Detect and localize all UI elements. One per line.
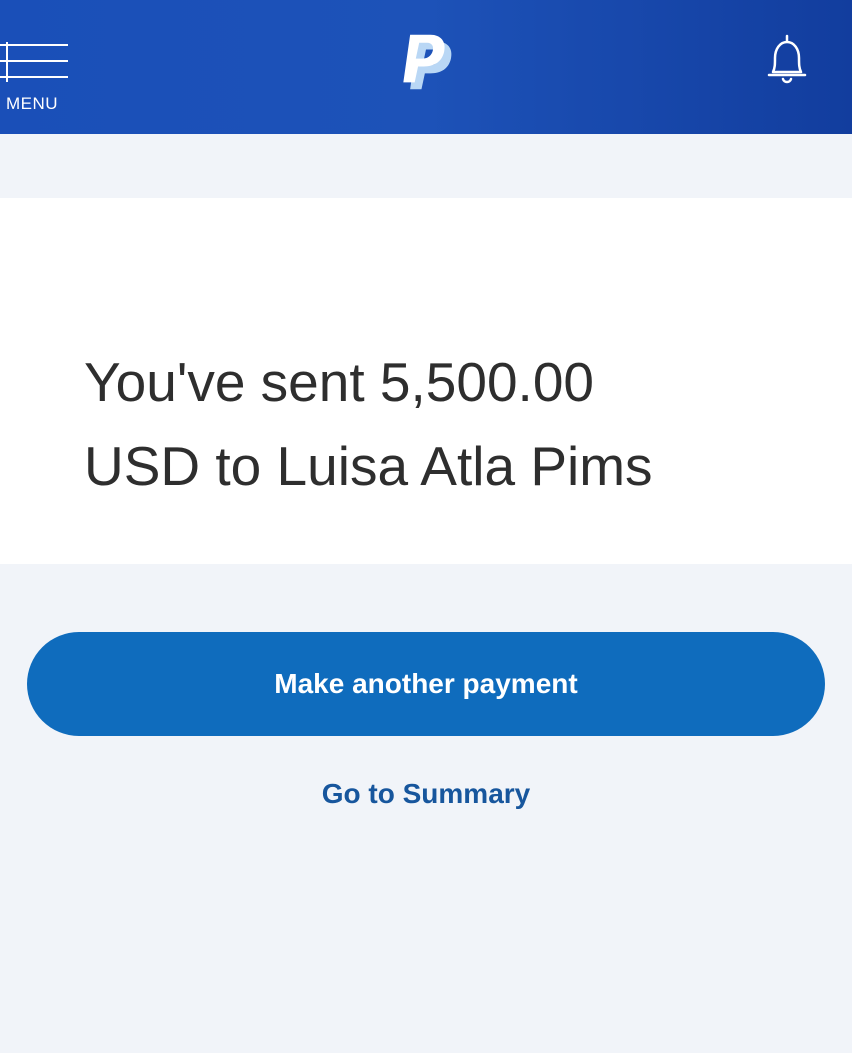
top-app-bar: MENU xyxy=(0,0,852,134)
confirmation-message: You've sent 5,500.00 USD to Luisa Atla P… xyxy=(84,340,824,508)
make-another-payment-button[interactable]: Make another payment xyxy=(27,632,825,736)
go-to-summary-link[interactable]: Go to Summary xyxy=(0,778,852,810)
menu-label: MENU xyxy=(6,94,59,113)
paypal-logo xyxy=(403,34,452,90)
confirmation-card: You've sent 5,500.00 USD to Luisa Atla P… xyxy=(0,198,852,564)
menu-button[interactable]: MENU xyxy=(0,38,80,118)
bell-icon[interactable] xyxy=(754,28,820,94)
spacer-band xyxy=(0,134,852,198)
confirmation-line-1: You've sent 5,500.00 xyxy=(84,351,595,413)
hamburger-icon xyxy=(0,42,68,82)
confirmation-line-2: USD to Luisa Atla Pims xyxy=(84,435,653,497)
